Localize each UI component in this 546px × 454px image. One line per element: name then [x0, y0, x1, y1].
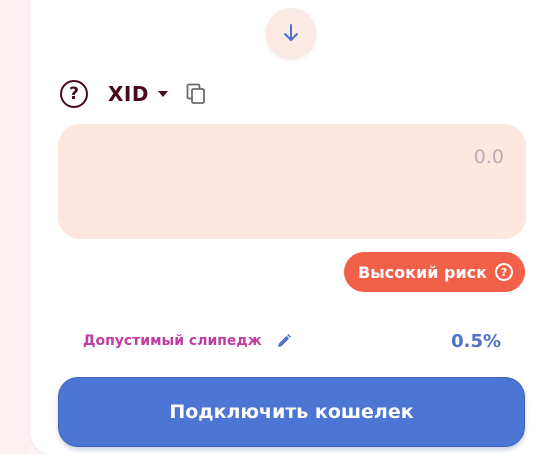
pencil-icon[interactable]: [276, 333, 292, 349]
copy-icon[interactable]: [186, 83, 206, 105]
risk-badge-label: Высокий риск: [358, 262, 487, 282]
connect-wallet-label: Подключить кошелек: [169, 401, 414, 423]
question-circle-icon: ?: [495, 263, 513, 281]
arrow-down-icon: [284, 24, 298, 41]
slippage-row: Допустимый слипедж 0.5%: [83, 328, 501, 354]
token-symbol: XID: [108, 82, 149, 106]
amount-input[interactable]: [204, 146, 504, 168]
swap-direction-button[interactable]: [266, 8, 316, 58]
risk-badge[interactable]: Высокий риск ?: [344, 252, 525, 292]
question-circle-icon[interactable]: ?: [60, 80, 88, 108]
slippage-label: Допустимый слипедж: [83, 333, 262, 349]
amount-input-container: [58, 124, 526, 239]
output-token-row: ? XID: [60, 76, 206, 112]
caret-down-icon: [157, 91, 168, 97]
slippage-value: 0.5%: [451, 330, 501, 352]
token-selector[interactable]: XID: [88, 82, 168, 106]
connect-wallet-button[interactable]: Подключить кошелек: [58, 377, 525, 447]
left-panel-edge: [0, 0, 30, 454]
help-glyph: ?: [69, 83, 79, 104]
risk-help-glyph: ?: [500, 265, 508, 279]
